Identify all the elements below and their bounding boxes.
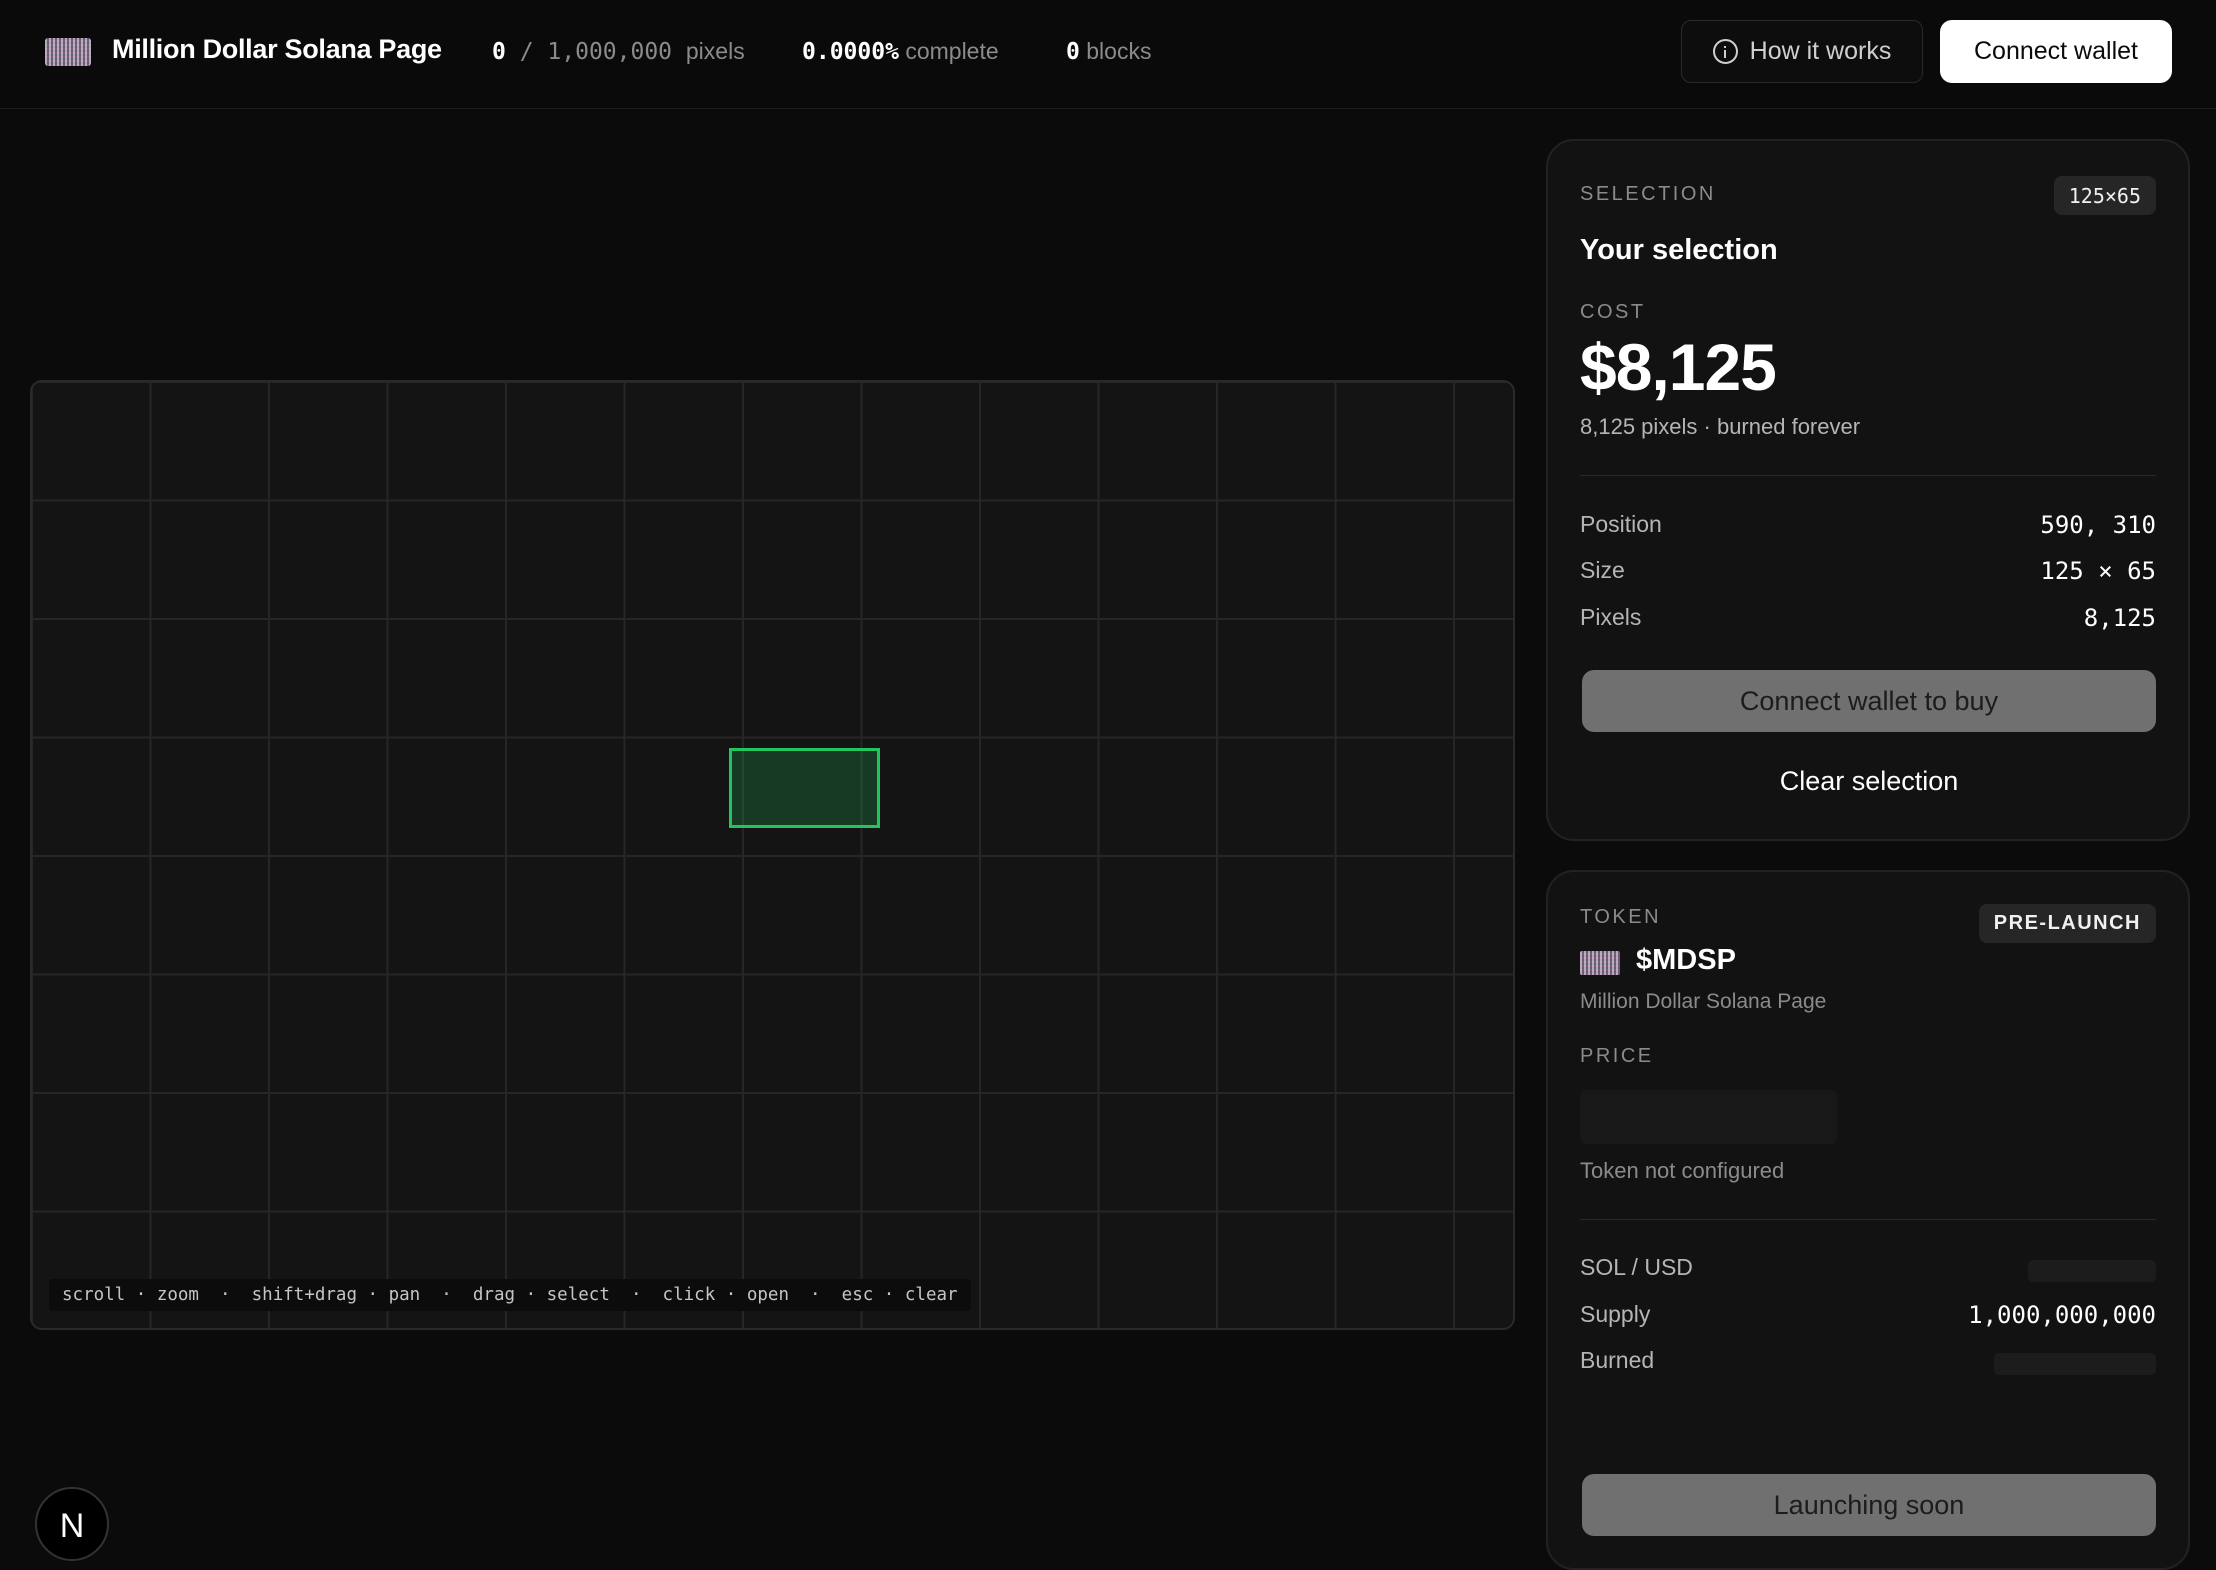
complete-value: 0.0000% — [802, 39, 899, 65]
sol-usd-placeholder — [2028, 1260, 2156, 1282]
divider — [1580, 1219, 2156, 1220]
keyboard-hints: scroll · zoom · shift+drag · pan · drag … — [49, 1279, 971, 1311]
connect-wallet-button[interactable]: Connect wallet — [1940, 20, 2172, 83]
selection-label: SELECTION — [1580, 183, 1716, 205]
blocks-stat: 0 blocks — [1066, 38, 1151, 65]
pixels-label: pixels — [685, 38, 745, 64]
clear-selection-button[interactable]: Clear selection — [1582, 751, 2156, 811]
nextjs-badge[interactable]: N — [35, 1487, 109, 1561]
token-status: Token not configured — [1580, 1158, 1785, 1183]
pixels-total: 1,000,000 — [547, 39, 673, 65]
token-symbol: $MDSP — [1636, 944, 1736, 976]
pixels-label: Pixels — [1580, 604, 1642, 630]
selection-panel: SELECTION 125×65 Your selection COST $8,… — [1546, 139, 2190, 841]
pixel-canvas[interactable]: scroll · zoom · shift+drag · pan · drag … — [30, 380, 1515, 1330]
blocks-value: 0 — [1066, 39, 1080, 65]
token-logo-icon — [1580, 951, 1620, 975]
sol-usd-label: SOL / USD — [1580, 1254, 1693, 1280]
top-bar: Million Dollar Solana Page 0 / 1,000,000… — [0, 0, 2216, 109]
token-panel: TOKEN PRE-LAUNCH $MDSP Million Dollar So… — [1546, 870, 2190, 1570]
launching-soon-button[interactable]: Launching soon — [1582, 1474, 2156, 1536]
token-name: Million Dollar Solana Page — [1580, 990, 1827, 1013]
size-label: Size — [1580, 557, 1625, 583]
burned-placeholder — [1994, 1353, 2156, 1375]
logo-icon — [45, 38, 91, 66]
position-value: 590, 310 — [2040, 511, 2156, 539]
supply-value: 1,000,000,000 — [1968, 1301, 2156, 1329]
app-title: Million Dollar Solana Page — [112, 34, 442, 64]
divider — [1580, 475, 2156, 476]
complete-label: complete — [905, 38, 999, 64]
cost-value: $8,125 — [1580, 330, 1777, 404]
price-placeholder — [1580, 1090, 1837, 1144]
supply-label: Supply — [1580, 1301, 1651, 1327]
complete-stat: 0.0000% complete — [802, 38, 999, 65]
cost-label: COST — [1580, 301, 1646, 323]
size-value: 125 × 65 — [2040, 557, 2156, 585]
position-label: Position — [1580, 511, 1662, 537]
pixels-filled: 0 — [492, 39, 506, 65]
selection-heading: Your selection — [1580, 234, 1778, 266]
cost-subtext: 8,125 pixels · burned forever — [1580, 414, 1861, 439]
burned-label: Burned — [1580, 1347, 1655, 1373]
pixels-value: 8,125 — [2083, 604, 2156, 632]
connect-wallet-to-buy-button[interactable]: Connect wallet to buy — [1582, 670, 2156, 732]
pixels-stat: 0 / 1,000,000 pixels — [492, 38, 745, 65]
info-icon — [1712, 39, 1738, 64]
blocks-label: blocks — [1086, 38, 1152, 64]
how-it-works-label: How it works — [1749, 37, 1892, 65]
pixels-separator: / — [505, 39, 548, 65]
pre-launch-badge: PRE-LAUNCH — [1978, 904, 2156, 943]
dimensions-badge: 125×65 — [2053, 176, 2156, 215]
price-label: PRICE — [1580, 1045, 1654, 1067]
selection-rectangle[interactable] — [729, 748, 880, 828]
token-label: TOKEN — [1580, 906, 1662, 928]
how-it-works-button[interactable]: How it works — [1681, 20, 1923, 83]
